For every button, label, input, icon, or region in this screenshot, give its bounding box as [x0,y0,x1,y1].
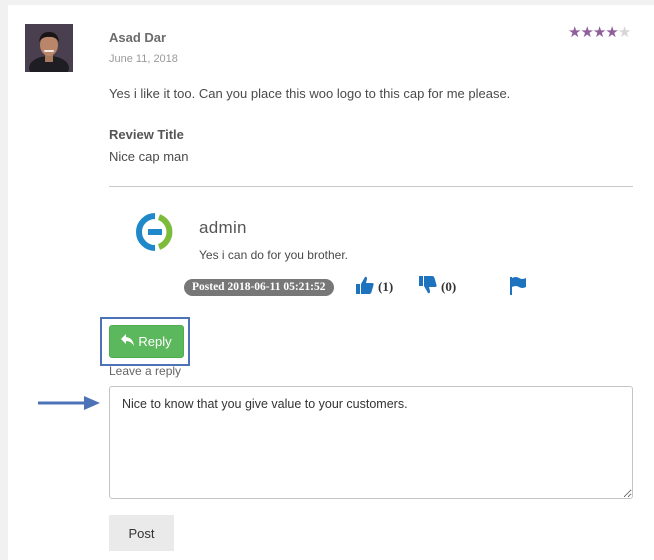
admin-reply-text: Yes i can do for you brother. [199,248,348,262]
reply-textarea[interactable] [109,386,633,499]
review-title-label: Review Title [109,127,184,142]
star-icon: ★ [617,24,631,41]
review-text: Yes i like it too. Can you place this wo… [109,86,511,101]
star-icon: ★ [580,24,593,41]
post-button[interactable]: Post [109,515,174,551]
reply-button[interactable]: Reply [109,325,184,358]
posted-timestamp-badge: Posted 2018-06-11 05:21:52 [184,279,334,296]
dislike-button[interactable]: (0) [418,276,456,298]
thumbs-up-icon [355,275,375,299]
dislike-count: (0) [441,279,457,294]
reviewer-name: Asad Dar [109,30,167,45]
like-count: (1) [378,279,394,294]
divider [109,186,633,187]
thumbs-down-icon [418,275,438,299]
admin-name: admin [199,218,247,237]
star-icon: ★ [568,24,581,41]
star-icon: ★ [605,24,618,41]
star-rating: ★★★★★ [568,23,631,41]
review-date: June 11, 2018 [109,53,178,65]
pointer-arrow-icon [38,395,100,416]
like-button[interactable]: (1) [355,276,393,298]
reviewer-avatar [25,24,73,72]
reply-arrow-icon [121,334,135,349]
flag-icon[interactable] [508,276,528,301]
leave-reply-label: Leave a reply [109,364,182,378]
review-title-value: Nice cap man [109,149,189,164]
star-icon: ★ [592,24,606,41]
admin-avatar-logo-icon [136,213,174,251]
reply-button-label: Reply [138,334,172,349]
